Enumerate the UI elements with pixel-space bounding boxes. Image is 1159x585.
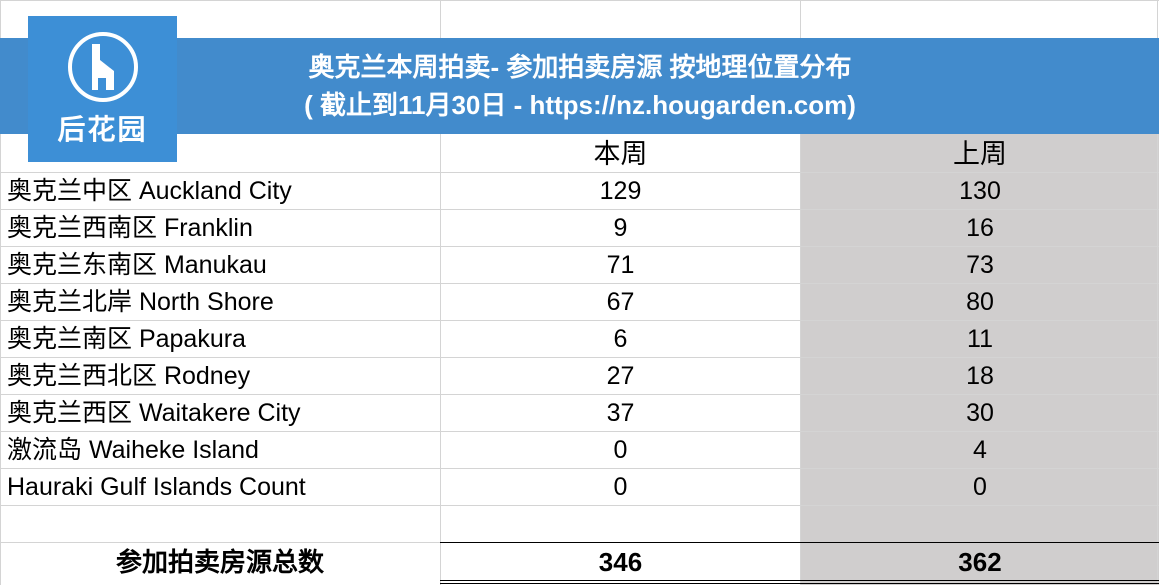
last-week-value: 80 bbox=[966, 288, 994, 316]
this-week-value: 71 bbox=[606, 251, 635, 279]
table-row: 奥克兰西区 Waitakere City 37 30 bbox=[0, 395, 1159, 432]
column-header-this-week: 本周 bbox=[593, 139, 648, 169]
region-label: 奥克兰南区 Papakura bbox=[7, 325, 246, 353]
grid-line bbox=[0, 0, 1159, 1]
last-week-value: 0 bbox=[973, 473, 987, 501]
column-header-last-week: 上周 bbox=[953, 139, 1007, 169]
region-label: 奥克兰中区 Auckland City bbox=[7, 177, 292, 205]
last-week-value: 130 bbox=[959, 177, 1001, 205]
last-week-value: 18 bbox=[966, 362, 994, 390]
last-week-value: 4 bbox=[973, 436, 987, 464]
total-label: 参加拍卖房源总数 bbox=[115, 547, 324, 577]
table-row: Hauraki Gulf Islands Count 0 0 bbox=[0, 469, 1159, 506]
page-title: 奥克兰本周拍卖- 参加拍卖房源 按地理位置分布 ( 截止到11月30日 - ht… bbox=[180, 38, 980, 134]
region-label: 奥克兰西北区 Rodney bbox=[7, 362, 251, 390]
last-week-value: 11 bbox=[967, 325, 993, 353]
total-this-week: 346 bbox=[598, 547, 643, 577]
table-row: 奥克兰西南区 Franklin 9 16 bbox=[0, 210, 1159, 247]
last-week-value: 16 bbox=[966, 214, 994, 242]
title-line-1: 奥克兰本周拍卖- 参加拍卖房源 按地理位置分布 bbox=[308, 52, 852, 82]
region-label: 奥克兰西区 Waitakere City bbox=[7, 399, 301, 427]
table-row: 激流岛 Waiheke Island 0 4 bbox=[0, 432, 1159, 469]
last-week-value: 73 bbox=[966, 251, 994, 279]
total-row: 参加拍卖房源总数 346 362 bbox=[0, 544, 1159, 581]
table-row: 奥克兰西北区 Rodney 27 18 bbox=[0, 358, 1159, 395]
table-row: 奥克兰北岸 North Shore 67 80 bbox=[0, 284, 1159, 321]
this-week-value: 27 bbox=[606, 362, 635, 390]
table-row: 奥克兰南区 Papakura 6 11 bbox=[0, 321, 1159, 358]
total-bottom-border bbox=[440, 583, 1159, 584]
last-week-value: 30 bbox=[966, 399, 994, 427]
table-row: 奥克兰中区 Auckland City 129 130 bbox=[0, 173, 1159, 210]
this-week-value: 129 bbox=[599, 177, 642, 205]
region-label: 奥克兰北岸 North Shore bbox=[7, 288, 274, 316]
total-last-week: 362 bbox=[958, 547, 1002, 577]
this-week-value: 67 bbox=[606, 288, 635, 316]
region-label: 激流岛 Waiheke Island bbox=[7, 436, 259, 464]
this-week-value: 9 bbox=[613, 214, 628, 242]
region-label: Hauraki Gulf Islands Count bbox=[7, 473, 306, 501]
this-week-value: 6 bbox=[613, 325, 628, 353]
this-week-value: 0 bbox=[613, 473, 628, 501]
total-top-border bbox=[440, 542, 1159, 543]
this-week-value: 0 bbox=[613, 436, 628, 464]
region-label: 奥克兰西南区 Franklin bbox=[7, 214, 253, 242]
table-header-row: 本周 上周 bbox=[0, 134, 1159, 171]
table-row: 奥克兰东南区 Manukau 71 73 bbox=[0, 247, 1159, 284]
this-week-value: 37 bbox=[606, 399, 635, 427]
region-label: 奥克兰东南区 Manukau bbox=[7, 251, 267, 279]
title-line-2: ( 截止到11月30日 - https://nz.hougarden.com) bbox=[304, 90, 856, 120]
hougarden-house-h-icon bbox=[68, 32, 138, 102]
